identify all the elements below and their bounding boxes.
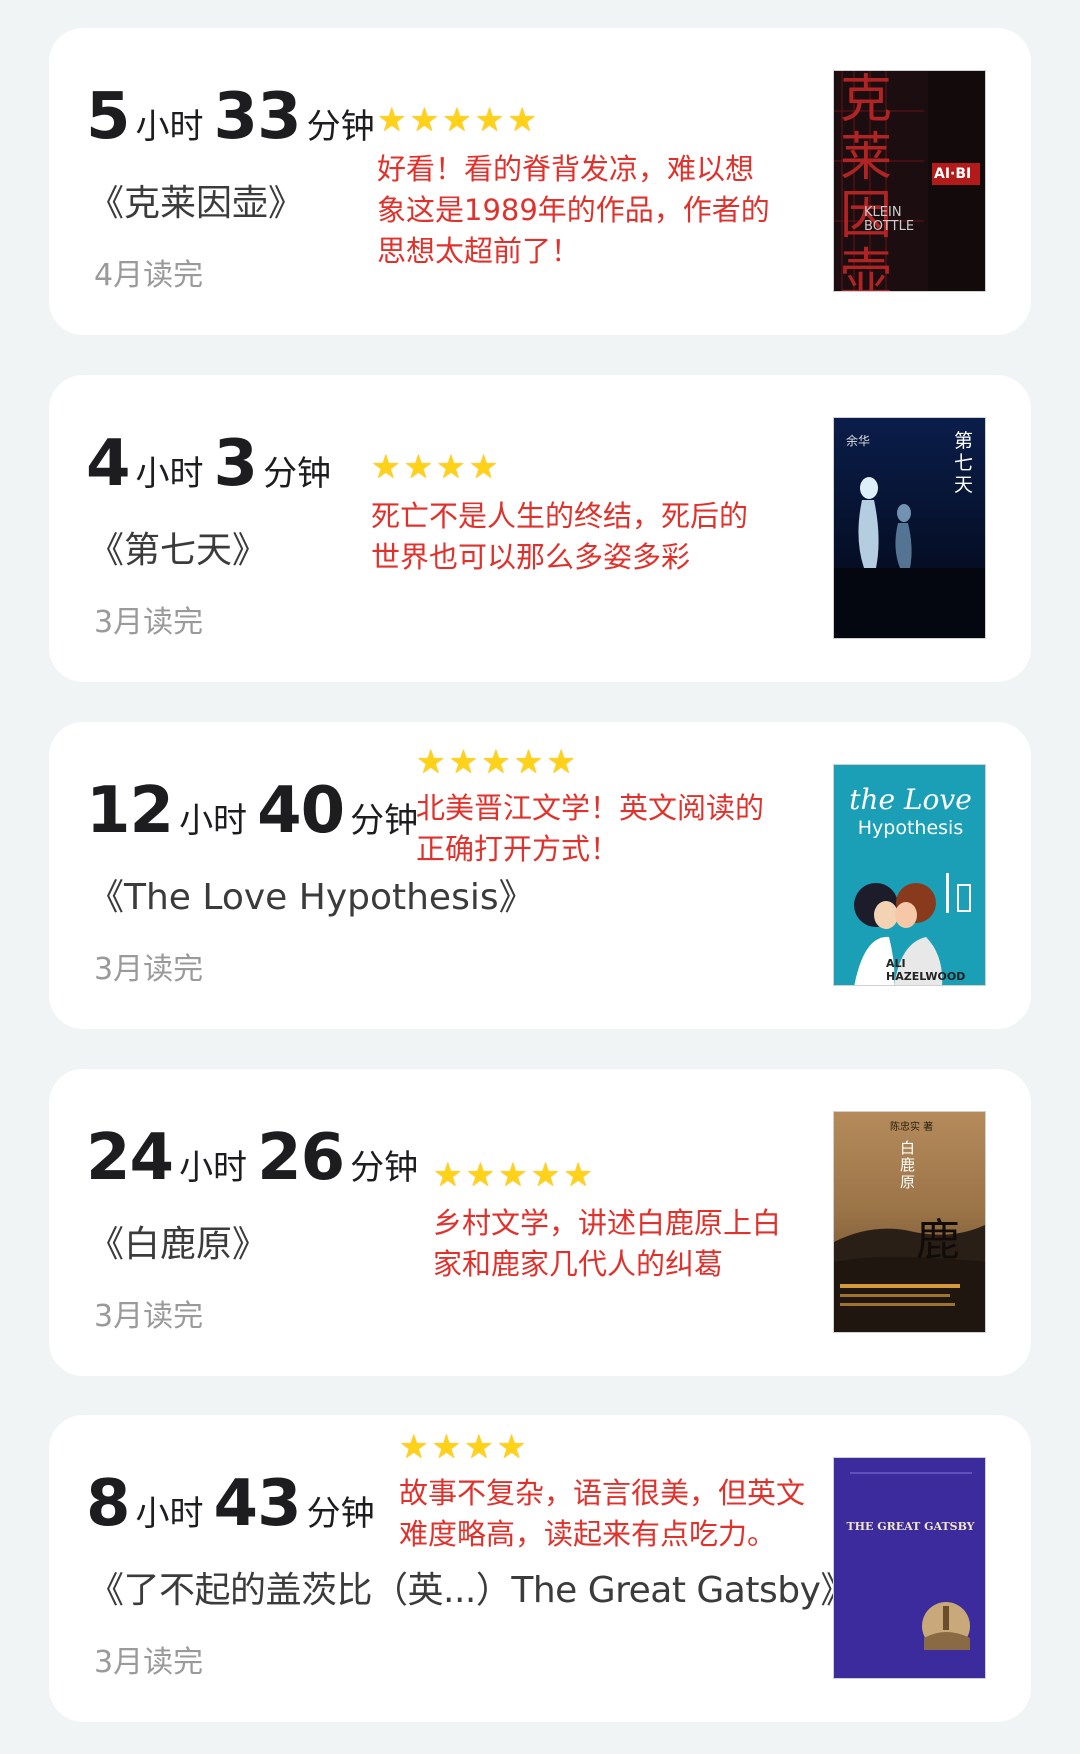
reading-time: 5 小时 33 分钟 [86, 80, 385, 154]
minutes-unit: 分钟 [350, 801, 419, 841]
book-title: 《白鹿原》 [88, 1224, 269, 1265]
book-title: 《The Love Hypothesis》 [88, 877, 535, 918]
reading-time: 12 小时 40 分钟 [86, 774, 428, 848]
minutes-value: 43 [213, 1467, 302, 1541]
minutes-value: 3 [213, 427, 259, 501]
reading-time: 24 小时 26 分钟 [86, 1121, 428, 1195]
hours-unit: 小时 [179, 1148, 248, 1188]
reading-time: 4 小时 3 分钟 [86, 427, 341, 501]
cover-title-line1: the Love [849, 783, 972, 816]
finish-date: 4月读完 [94, 258, 204, 293]
finish-date: 3月读完 [94, 605, 204, 640]
book-title: 《克莱因壶》 [88, 183, 305, 224]
cover-author: ALI HAZELWOOD [886, 957, 966, 983]
minutes-unit: 分钟 [306, 1494, 375, 1534]
book-cover[interactable]: THE GREAT GATSBY [833, 1457, 986, 1679]
book-cover[interactable]: the Love Hypothesis ALI HAZELWOOD [833, 764, 986, 986]
minutes-value: 40 [257, 774, 345, 848]
book-title: 《了不起的盖茨比（英...）The Great Gatsby》 [88, 1570, 856, 1611]
book-card[interactable]: 12 小时 40 分钟 《The Love Hypothesis》 3月读完 ★★★★… [49, 722, 1031, 1029]
hours-unit: 小时 [135, 107, 204, 147]
hours-value: 8 [86, 1467, 131, 1541]
cover-author: 陈忠实 著 [890, 1122, 934, 1133]
review-text: 故事不复杂，语言很美，但英文难度略高，读起来有点吃力。 [399, 1476, 806, 1551]
hours-value: 12 [86, 774, 174, 848]
finish-date: 3月读完 [94, 1299, 204, 1334]
rating-stars: ★★★★ [371, 447, 502, 486]
cover-title: 第七天 [954, 430, 974, 496]
cover-title-line2: Hypothesis [857, 817, 964, 839]
cover-title: 克莱因壶 [839, 70, 892, 292]
cover-art [834, 1458, 985, 1678]
book-card[interactable]: 4 小时 3 分钟 《第七天》 3月读完 ★★★★ 死亡不是人生的终结，死后的世界也可… [49, 375, 1031, 682]
hours-unit: 小时 [135, 1494, 204, 1534]
book-cover[interactable]: 克莱因壶 KLEIN BOTTLE AI·BI [833, 70, 986, 292]
book-cover[interactable]: 陈忠实 著 白鹿原 鹿 [833, 1111, 986, 1333]
book-title: 《第七天》 [88, 530, 269, 571]
rating-stars: ★★★★★ [416, 742, 579, 781]
book-card[interactable]: 8 小时 43 分钟 《了不起的盖茨比（英...）The Great Gatsby》 … [49, 1415, 1031, 1722]
rating-stars: ★★★★★ [433, 1155, 596, 1194]
review-text: 北美晋江文学！英文阅读的正确打开方式！ [416, 791, 765, 866]
hours-value: 24 [86, 1121, 174, 1195]
cover-title: THE GREAT GATSBY [846, 1520, 975, 1533]
minutes-unit: 分钟 [350, 1148, 419, 1188]
cover-title: 白鹿原 [900, 1139, 916, 1191]
review-text: 好看！看的脊背发凉，难以想象这是1989年的作品，作者的思想太超前了！ [377, 152, 770, 268]
minutes-unit: 分钟 [263, 454, 332, 494]
cover-tag: AI·BI [934, 166, 972, 182]
book-card[interactable]: 24 小时 26 分钟 《白鹿原》 3月读完 ★★★★★ 乡村文学，讲述白鹿原上白家和… [49, 1069, 1031, 1376]
review-text: 乡村文学，讲述白鹿原上白家和鹿家几代人的纠葛 [433, 1206, 782, 1281]
hours-value: 4 [86, 427, 131, 501]
finish-date: 3月读完 [94, 1645, 204, 1680]
hours-value: 5 [86, 80, 131, 154]
minutes-value: 33 [213, 80, 302, 154]
cover-subtitle: KLEIN BOTTLE [864, 205, 915, 234]
minutes-value: 26 [257, 1121, 345, 1195]
review-text: 死亡不是人生的终结，死后的世界也可以那么多姿多彩 [371, 499, 749, 574]
book-card[interactable]: 5 小时 33 分钟 《克莱因壶》 4月读完 ★★★★★ 好看！看的脊背发凉，难以想象… [49, 28, 1031, 335]
book-cover[interactable]: 余华 第七天 [833, 417, 986, 639]
cover-author: 余华 [846, 434, 871, 448]
rating-stars: ★★★★★ [377, 100, 540, 139]
hours-unit: 小时 [135, 454, 204, 494]
minutes-unit: 分钟 [306, 107, 375, 147]
hours-unit: 小时 [179, 801, 248, 841]
rating-stars: ★★★★ [399, 1427, 530, 1466]
reading-time: 8 小时 43 分钟 [86, 1467, 385, 1541]
cover-glyph: 鹿 [916, 1215, 960, 1266]
finish-date: 3月读完 [94, 952, 204, 987]
